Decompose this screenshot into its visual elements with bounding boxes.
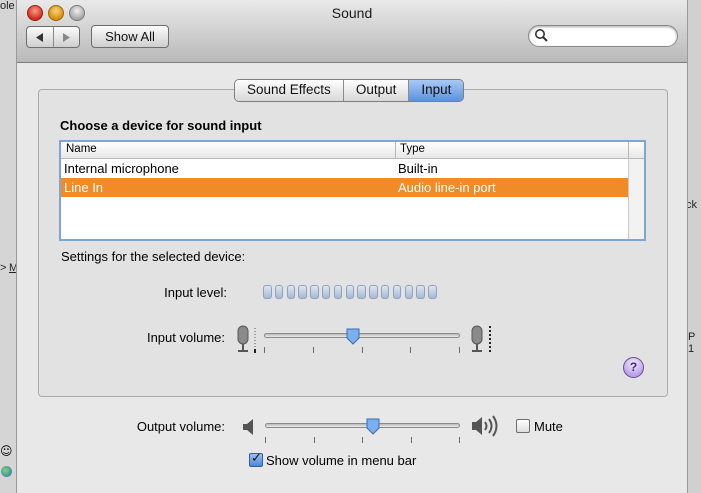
level-segment	[428, 285, 437, 299]
slider-tick	[459, 437, 460, 443]
slider-tick	[411, 437, 412, 443]
level-segment	[404, 285, 414, 299]
show-volume-label[interactable]: Show volume in menu bar	[266, 453, 416, 468]
device-row-line-in[interactable]: Line In Audio line-in port	[61, 178, 628, 197]
background-text-ole: ole	[0, 0, 15, 12]
mute-label[interactable]: Mute	[534, 419, 563, 434]
device-type: Built-in	[398, 161, 438, 176]
background-text-ckl: ck l	[686, 199, 697, 223]
back-button[interactable]	[27, 27, 54, 47]
input-volume-label: Input volume:	[146, 330, 225, 345]
tab-input[interactable]: Input	[409, 80, 464, 101]
sound-tabs: Sound Effects Output Input	[234, 79, 465, 102]
tab-sound-effects[interactable]: Sound Effects	[235, 80, 344, 101]
background-app-right	[686, 0, 701, 493]
device-name: Internal microphone	[64, 161, 179, 176]
help-button[interactable]: ?	[623, 357, 644, 378]
settings-heading: Settings for the selected device:	[61, 249, 246, 264]
device-row-internal-microphone[interactable]: Internal microphone Built-in	[61, 159, 628, 178]
column-divider	[628, 142, 629, 158]
slider-tick	[314, 437, 315, 443]
device-name: Line In	[64, 180, 104, 195]
level-segment	[310, 285, 319, 299]
output-volume-ticks	[265, 437, 460, 443]
level-segment	[321, 285, 331, 299]
level-segment	[369, 285, 378, 299]
slider-tick	[265, 437, 266, 443]
smiley-icon: ☺	[0, 444, 13, 458]
triangle-right-icon	[63, 32, 71, 42]
window-title: Sound	[331, 5, 373, 21]
slider-tick	[362, 347, 363, 353]
input-level-label: Input level:	[164, 285, 227, 300]
mute-checkbox[interactable]	[516, 419, 530, 433]
column-header-name[interactable]: Name	[66, 143, 97, 155]
input-device-table: Name Type Internal microphone Built-in L…	[59, 140, 646, 241]
slider-tick	[362, 437, 363, 443]
level-segment	[274, 285, 284, 299]
background-text-p1: P 1	[688, 331, 696, 355]
input-volume-ticks	[264, 347, 460, 353]
background-app-top	[0, 0, 16, 493]
output-volume-track[interactable]	[265, 423, 460, 428]
background-text-gt: >	[0, 262, 7, 274]
device-list-heading: Choose a device for sound input	[60, 118, 262, 133]
level-segment	[298, 285, 307, 299]
microphone-low-icon	[237, 325, 256, 353]
triangle-left-icon	[35, 32, 43, 42]
microphone-high-icon	[471, 325, 491, 353]
table-header: Name Type	[61, 142, 644, 159]
column-header-type[interactable]: Type	[400, 143, 425, 155]
slider-tick	[459, 347, 460, 353]
level-segment	[380, 285, 390, 299]
level-segment	[263, 285, 272, 299]
slider-tick	[410, 347, 411, 353]
level-segment	[392, 285, 402, 299]
device-type: Audio line-in port	[398, 180, 496, 195]
level-segment	[357, 285, 366, 299]
search-field[interactable]	[528, 25, 678, 47]
sound-preferences-window: Sound Show All Sound Effects Output Inpu…	[16, 0, 688, 493]
level-segment	[286, 285, 296, 299]
show-volume-checkbox[interactable]	[249, 451, 263, 467]
speaker-low-icon	[243, 419, 253, 435]
level-segment	[333, 285, 343, 299]
table-scrollbar[interactable]	[628, 159, 644, 239]
slider-tick	[264, 347, 265, 353]
search-icon	[535, 29, 548, 42]
level-segment	[345, 285, 355, 299]
title-bar: Sound Show All	[17, 0, 687, 63]
speaker-high-icon	[472, 415, 498, 437]
output-volume-label: Output volume:	[136, 419, 225, 434]
input-volume-track[interactable]	[264, 333, 460, 338]
back-forward-control	[26, 26, 80, 48]
output-volume-slider-knob[interactable]	[366, 418, 380, 435]
show-all-button[interactable]: Show All	[91, 25, 169, 48]
slider-tick	[313, 347, 314, 353]
input-volume-slider-knob[interactable]	[346, 328, 360, 345]
globe-icon	[1, 466, 12, 477]
level-segment	[416, 285, 425, 299]
input-level-meter	[263, 285, 437, 299]
column-divider	[395, 142, 396, 158]
forward-button[interactable]	[54, 27, 80, 47]
tab-output[interactable]: Output	[343, 80, 410, 101]
